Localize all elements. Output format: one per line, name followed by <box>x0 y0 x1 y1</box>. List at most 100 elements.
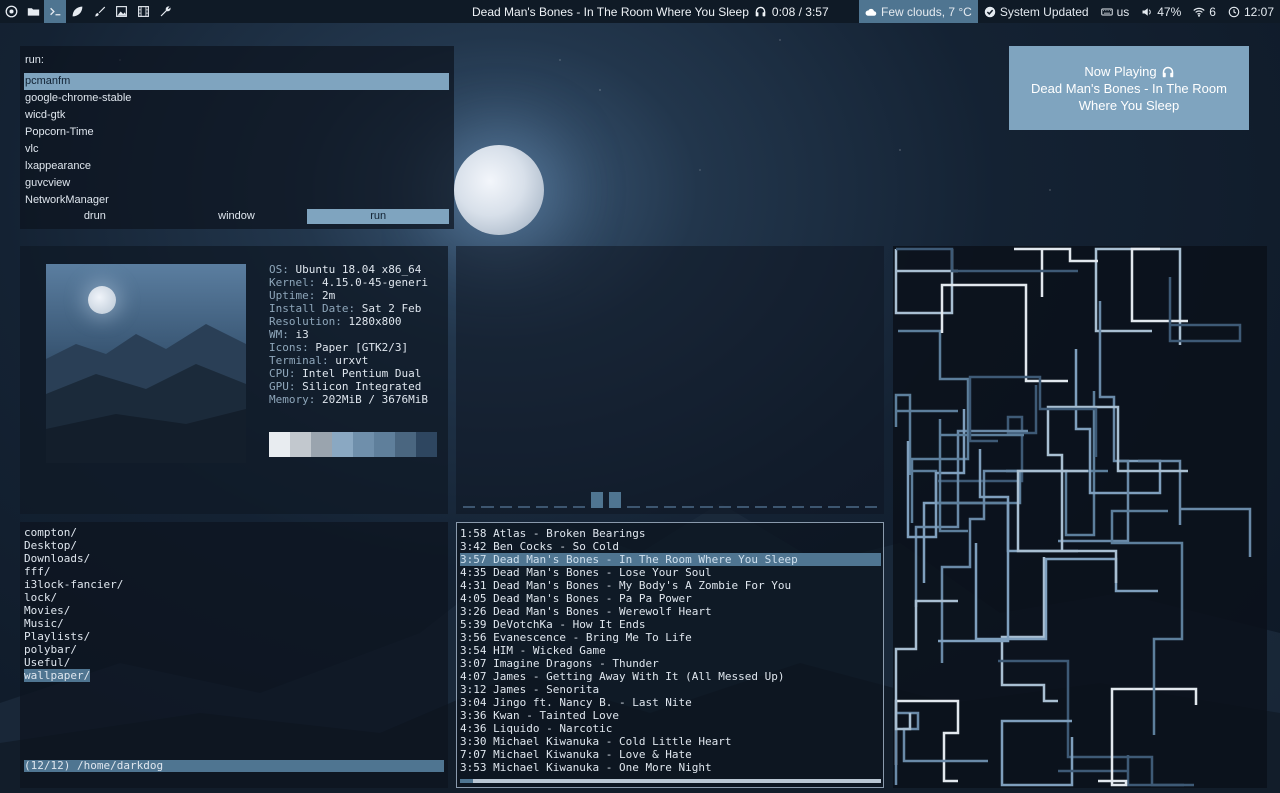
system-info-line: Memory: 202MiB / 3676MiB <box>269 393 428 406</box>
rofi-item[interactable]: pcmanfm <box>24 73 449 90</box>
rofi-item[interactable]: vlc <box>24 141 449 158</box>
pipe-segment <box>940 283 1068 383</box>
workspace-4-button[interactable] <box>66 0 88 23</box>
directory-item[interactable]: lock/ <box>24 591 57 604</box>
now-playing-notification[interactable]: Now Playing Dead Man's Bones - In The Ro… <box>1009 46 1249 130</box>
directory-list: compton/Desktop/Downloads/fff/i3lock-fan… <box>24 526 123 682</box>
directory-item[interactable]: wallpaper/ <box>24 669 91 682</box>
workspace-2-button[interactable] <box>22 0 44 23</box>
playlist-track[interactable]: 4:07 James - Getting Away With It (All M… <box>460 670 881 683</box>
pipe-segment <box>974 543 1158 641</box>
now-playing-module[interactable]: Dead Man's Bones - In The Room Where You… <box>472 0 829 23</box>
pipe-segment <box>1098 687 1198 787</box>
directory-item[interactable]: fff/ <box>24 565 51 578</box>
rofi-item[interactable]: google-chrome-stable <box>24 90 449 107</box>
rofi-item[interactable]: wicd-gtk <box>24 107 449 124</box>
playlist-track[interactable]: 3:26 Dead Man's Bones - Werewolf Heart <box>460 605 881 618</box>
playlist-track[interactable]: 3:36 Kwan - Tainted Love <box>460 709 881 722</box>
updates-module[interactable]: System Updated <box>978 0 1095 23</box>
workspace-switcher <box>0 0 176 23</box>
playlist-track[interactable]: 4:31 Dead Man's Bones - My Body's A Zomb… <box>460 579 881 592</box>
volume-icon <box>1142 7 1152 16</box>
directory-item[interactable]: Desktop/ <box>24 539 77 552</box>
updates-text: System Updated <box>999 4 1089 19</box>
rofi-item[interactable]: Popcorn-Time <box>24 124 449 141</box>
playlist-track[interactable]: 1:58 Atlas - Broken Bearings <box>460 527 881 540</box>
directory-item[interactable]: Downloads/ <box>24 552 90 565</box>
rofi-mode-drun[interactable]: drun <box>24 209 166 224</box>
track-title: Michael Kiwanuka - Love & Hate <box>493 748 692 761</box>
workspace-6-button[interactable] <box>110 0 132 23</box>
playlist-track[interactable]: 3:04 Jingo ft. Nancy B. - Last Nite <box>460 696 881 709</box>
workspace-1-button[interactable] <box>0 0 22 23</box>
cloud-icon <box>865 8 877 16</box>
music-player: 1:58 Atlas - Broken Bearings 3:42 Ben Coc… <box>456 522 884 788</box>
playlist-track[interactable]: 4:35 Dead Man's Bones - Lose Your Soul <box>460 566 881 579</box>
system-info-line: Uptime: 2m <box>269 289 336 302</box>
info-key: Icons <box>269 341 303 354</box>
weather-text: Few clouds, 7 °C <box>881 4 972 19</box>
playlist-track[interactable]: 3:42 Ben Cocks - So Cold <box>460 540 881 553</box>
visualizer-bar <box>736 506 750 508</box>
check-circle-icon <box>984 6 996 17</box>
playlist-track[interactable]: 4:36 Liquido - Narcotic <box>460 722 881 735</box>
directory-item[interactable]: Playlists/ <box>24 630 90 643</box>
system-info-line: CPU: Intel Pentium Dual <box>269 367 422 380</box>
playlist-track[interactable]: 3:54 HIM - Wicked Game <box>460 644 881 657</box>
color-swatch <box>332 432 353 457</box>
rofi-mode-window[interactable]: window <box>166 209 308 224</box>
rofi-item[interactable]: lxappearance <box>24 158 449 175</box>
pipe-segment <box>938 385 1038 483</box>
track-title: Kwan - Tainted Love <box>493 709 619 722</box>
track-title: Evanescence - Bring Me To Life <box>493 631 692 644</box>
system-info-line: Kernel: 4.15.0-45-generi <box>269 276 428 289</box>
visualizer-bar <box>663 506 677 508</box>
headphones-icon <box>755 6 766 17</box>
playlist-track[interactable]: 3:57 Dead Man's Bones - In The Room Wher… <box>460 553 881 566</box>
wifi-module[interactable]: 6 <box>1187 0 1222 23</box>
pipe-segment <box>940 469 1068 663</box>
visualizer-bar <box>609 492 622 508</box>
directory-item[interactable]: Useful/ <box>24 656 70 669</box>
pipe-segment <box>938 449 1010 643</box>
weather-module[interactable]: Few clouds, 7 °C <box>859 0 978 23</box>
playlist-track[interactable]: 3:12 James - Senorita <box>460 683 881 696</box>
keyboard-module[interactable]: us <box>1095 0 1136 23</box>
directory-item[interactable]: i3lock-fancier/ <box>24 578 123 591</box>
directory-item[interactable]: polybar/ <box>24 643 77 656</box>
clock-module[interactable]: 12:07 <box>1222 0 1280 23</box>
directory-item[interactable]: Movies/ <box>24 604 70 617</box>
pipe-segment <box>896 247 1078 273</box>
info-value: 1280x800 <box>348 315 402 328</box>
workspace-5-button[interactable] <box>88 0 110 23</box>
track-duration: 3:54 <box>460 644 487 657</box>
visualizer-bar <box>718 506 731 508</box>
track-duration: 3:12 <box>460 683 487 696</box>
playlist-track[interactable]: 5:39 DeVotchKa - How It Ends <box>460 618 881 631</box>
now-playing-text: Dead Man's Bones - In The Room Where You… <box>472 4 749 19</box>
playlist-track[interactable]: 4:05 Dead Man's Bones - Pa Pa Power <box>460 592 881 605</box>
visualizer-bar <box>554 506 567 508</box>
color-swatch <box>269 432 290 457</box>
pipe-segment <box>906 409 966 539</box>
rofi-item[interactable]: NetworkManager <box>24 192 449 209</box>
playlist-track[interactable]: 3:56 Evanescence - Bring Me To Life <box>460 631 881 644</box>
playlist-track[interactable]: 3:07 Imagine Dragons - Thunder <box>460 657 881 670</box>
rofi-item[interactable]: guvcview <box>24 175 449 192</box>
rofi-mode-run[interactable]: run <box>307 209 450 224</box>
track-title: HIM - Wicked Game <box>493 644 606 657</box>
track-duration: 3:42 <box>460 540 487 553</box>
rofi-prompt[interactable]: run: <box>25 54 44 66</box>
workspace-7-button[interactable] <box>132 0 154 23</box>
playlist-track[interactable]: 7:07 Michael Kiwanuka - Love & Hate <box>460 748 881 761</box>
wifi-strength: 6 <box>1209 4 1216 19</box>
playback-progress[interactable] <box>460 779 881 783</box>
playlist-track[interactable]: 3:53 Michael Kiwanuka - One More Night <box>460 761 881 774</box>
directory-item[interactable]: Music/ <box>24 617 64 630</box>
pipes-screensaver <box>893 246 1267 788</box>
workspace-3-button[interactable] <box>44 0 66 23</box>
workspace-8-button[interactable] <box>154 0 176 23</box>
directory-item[interactable]: compton/ <box>24 526 77 539</box>
volume-module[interactable]: 47% <box>1135 0 1187 23</box>
playlist-track[interactable]: 3:30 Michael Kiwanuka - Cold Little Hear… <box>460 735 881 748</box>
